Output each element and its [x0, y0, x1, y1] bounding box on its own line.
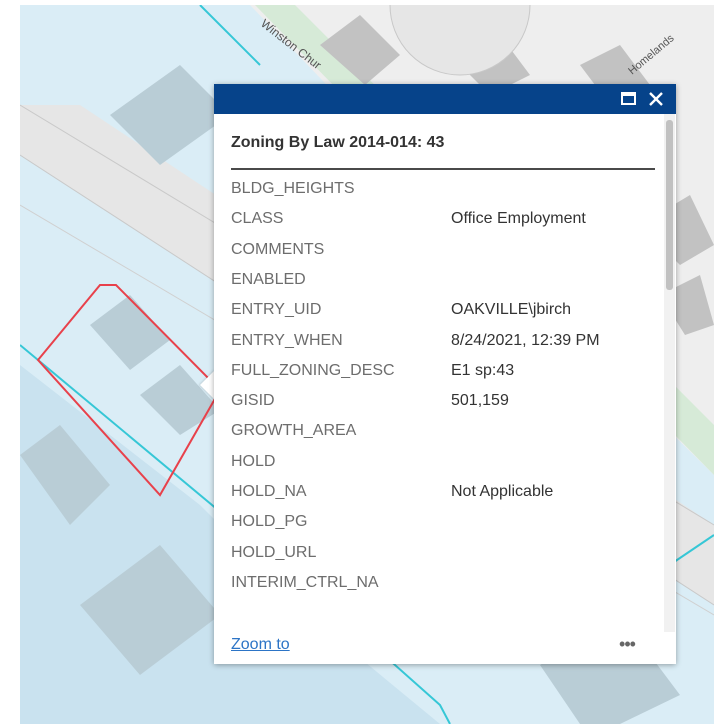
more-actions-button[interactable]: ••• — [610, 634, 644, 656]
attribute-value: 501,159 — [451, 392, 509, 410]
attribute-name: ENTRY_UID — [231, 301, 322, 319]
attribute-name: BLDG_HEIGHTS — [231, 180, 355, 197]
attribute-name: GISID — [231, 392, 275, 410]
attribute-row: HOLD_PG — [214, 509, 664, 539]
close-icon — [649, 92, 663, 106]
attribute-row: ENTRY_WHEN 8/24/2021, 12:39 PM — [214, 328, 664, 358]
attribute-name: GROWTH_AREA — [231, 422, 357, 440]
attribute-value: OAKVILLE\jbirch — [451, 301, 572, 319]
attribute-name: HOLD_URL — [231, 543, 317, 561]
attribute-name: COMMENTS — [231, 240, 325, 258]
attribute-row: ENTRY_UID OAKVILLE\jbirch — [214, 297, 664, 327]
attribute-value: Office Employment — [451, 210, 586, 228]
maximize-button[interactable] — [618, 87, 640, 111]
attribute-row: HOLD_URL — [214, 540, 664, 570]
attribute-name: ENTRY_WHEN — [231, 331, 343, 349]
attribute-row: CLASS Office Employment — [214, 206, 664, 236]
popup-pointer — [200, 370, 215, 400]
attribute-value: E1 sp:43 — [451, 361, 515, 379]
attribute-row: ENABLED — [214, 267, 664, 297]
popup-footer: Zoom to ••• — [214, 632, 676, 664]
attribute-name: INTERIM_CTRL_NA — [231, 573, 379, 591]
close-button[interactable] — [645, 87, 667, 111]
attribute-name: HOLD — [231, 452, 276, 470]
attribute-row: INTERIM_CTRL_NA — [214, 570, 664, 600]
attribute-row: COMMENTS — [214, 237, 664, 267]
popup-header — [214, 84, 676, 114]
attribute-value: 8/24/2021, 12:39 PM — [451, 331, 600, 349]
attribute-table[interactable]: BLDG_HEIGHTS CLASS Office Employment COMMEN… — [214, 172, 664, 634]
attribute-row: GISID 501,159 — [214, 388, 664, 418]
attribute-name: HOLD_PG — [231, 513, 308, 531]
attribute-row: FULL_ZONING_DESC E1 sp:43 — [214, 358, 664, 388]
title-divider — [231, 168, 655, 170]
attribute-row: HOLD — [214, 449, 664, 479]
attribute-name: ENABLED — [231, 270, 306, 288]
maximize-icon — [621, 92, 636, 105]
attribute-row: HOLD_NA Not Applicable — [214, 479, 664, 509]
popup-title: Zoning By Law 2014-014: 43 — [231, 134, 445, 151]
zoom-to-link[interactable]: Zoom to — [231, 636, 290, 654]
attribute-row: GROWTH_AREA — [214, 418, 664, 448]
scrollbar-thumb[interactable] — [666, 120, 673, 290]
attribute-value: Not Applicable — [451, 483, 554, 500]
attribute-row: BLDG_HEIGHTS — [214, 176, 664, 206]
attribute-name: CLASS — [231, 210, 284, 228]
attribute-name: FULL_ZONING_DESC — [231, 361, 395, 379]
attribute-name: HOLD_NA — [231, 483, 307, 500]
feature-popup: Zoning By Law 2014-014: 43 BLDG_HEIGHTS C… — [214, 84, 676, 664]
